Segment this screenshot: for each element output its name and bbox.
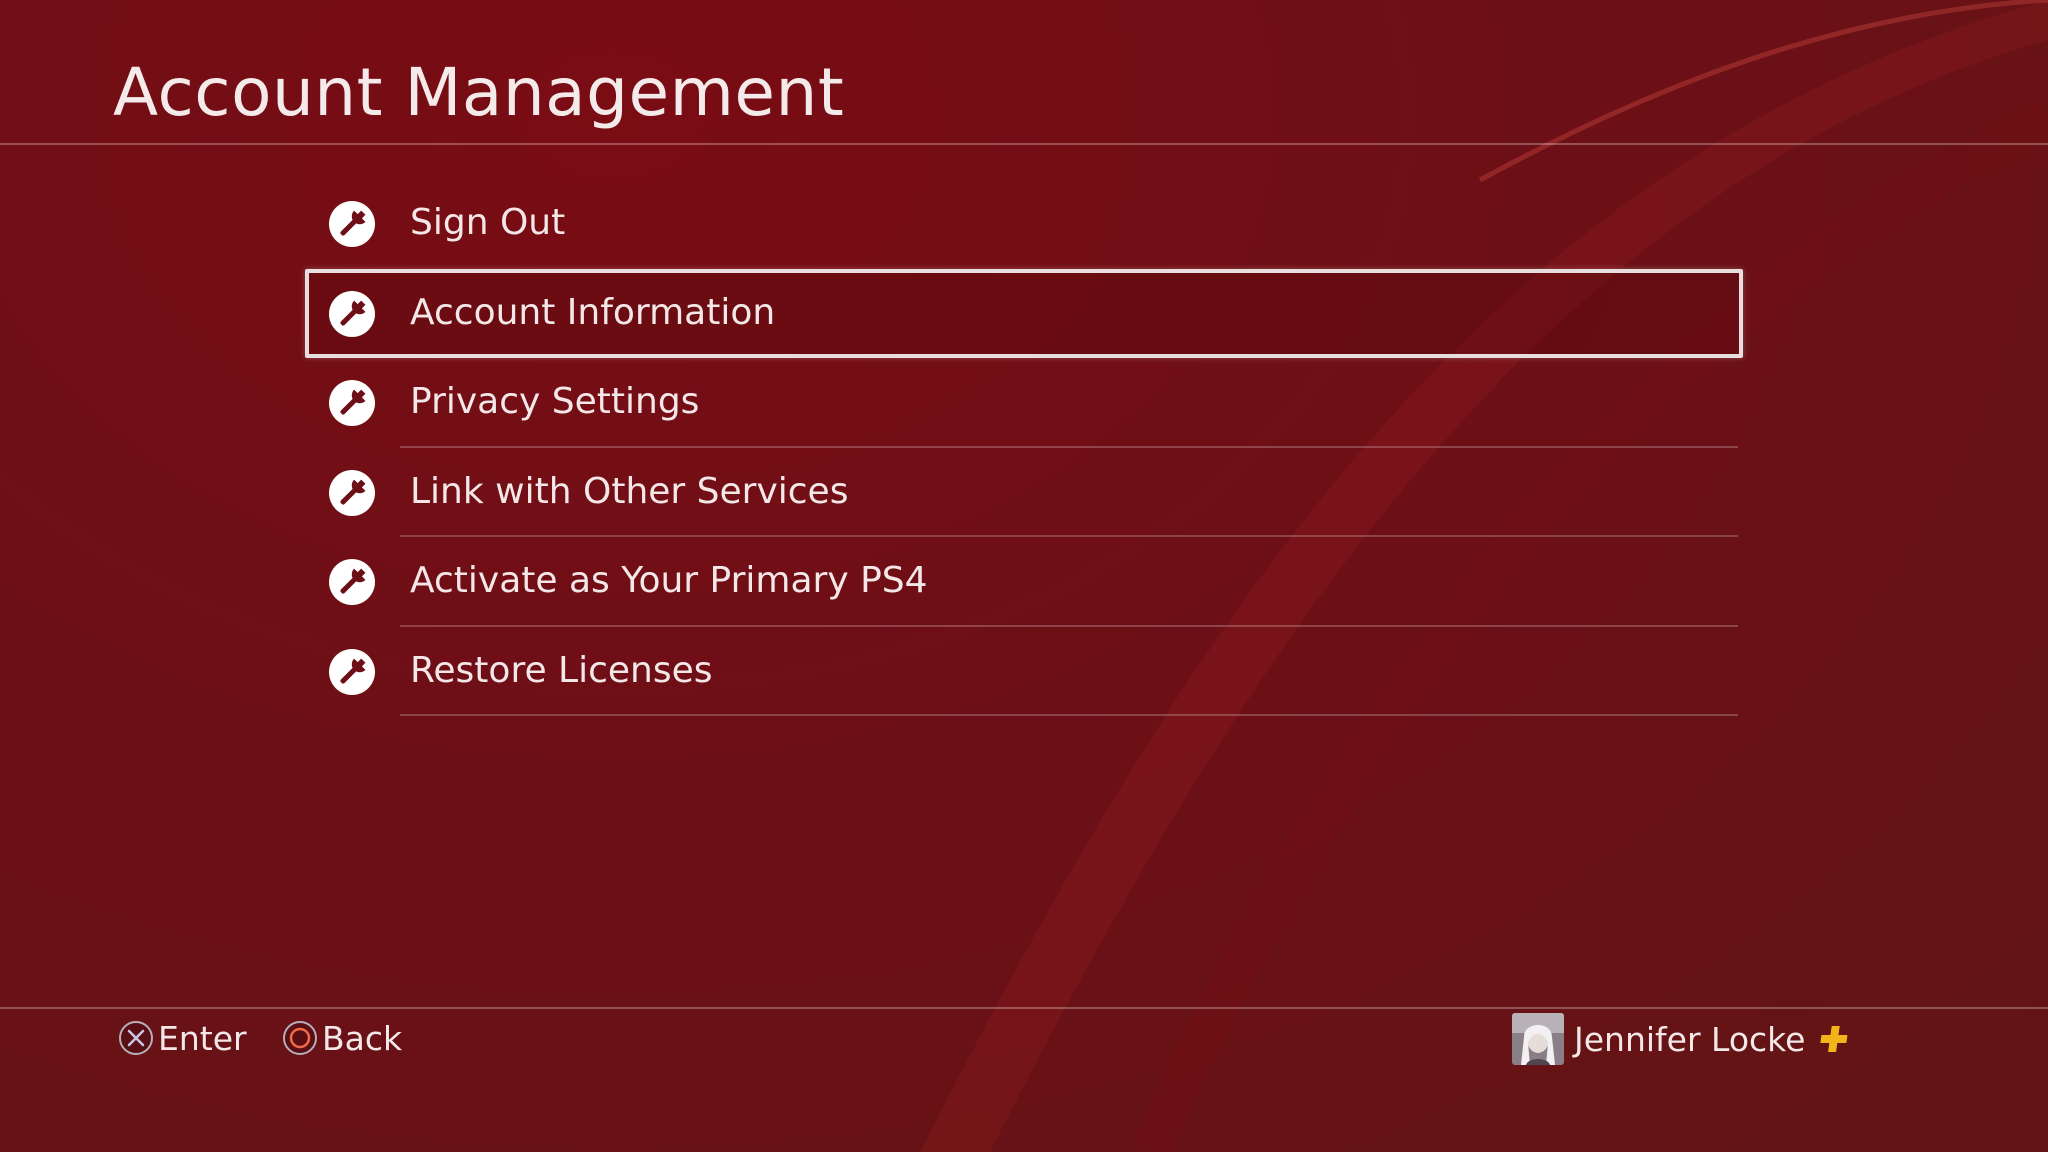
menu-item-label: Sign Out: [410, 202, 566, 243]
wrench-icon: [329, 290, 375, 337]
menu-item-account-information[interactable]: Account Information: [305, 268, 1743, 358]
back-hint[interactable]: Back: [282, 1015, 402, 1061]
menu-item-privacy-settings[interactable]: Privacy Settings: [305, 358, 1743, 448]
menu-item-label: Restore Licenses: [410, 649, 713, 691]
enter-hint[interactable]: Enter: [118, 1015, 247, 1061]
menu-item-label: Link with Other Services: [410, 470, 849, 512]
menu-item-sign-out[interactable]: Sign Out: [305, 179, 1743, 269]
circle-button-icon: [283, 1021, 317, 1055]
menu-item-label: Privacy Settings: [410, 381, 700, 422]
footer-divider: [0, 1007, 2048, 1009]
enter-label: Enter: [158, 1018, 247, 1058]
menu-item-label: Activate as Your Primary PS4: [410, 560, 928, 601]
wrench-icon: [329, 380, 375, 426]
ps-plus-icon: [1820, 1026, 1848, 1052]
cross-button-icon: [119, 1021, 153, 1055]
menu-item-link-other-services[interactable]: Link with Other Services: [305, 448, 1743, 537]
user-profile: Jennifer Locke: [1512, 1012, 1849, 1066]
user-name: Jennifer Locke: [1574, 1019, 1806, 1059]
wrench-icon: [329, 469, 375, 516]
wrench-icon: [329, 559, 375, 605]
menu-item-label: Account Information: [410, 291, 776, 333]
account-menu: Sign Out Account Information Privacy Set…: [305, 179, 1743, 716]
menu-item-activate-primary-ps4[interactable]: Activate as Your Primary PS4: [305, 537, 1743, 627]
header-divider: [0, 143, 2048, 145]
back-label: Back: [322, 1018, 403, 1058]
menu-item-restore-licenses[interactable]: Restore Licenses: [305, 627, 1743, 716]
wrench-icon: [329, 648, 375, 695]
menu-divider: [400, 714, 1738, 716]
avatar: [1512, 1013, 1564, 1065]
page-title: Account Management: [113, 54, 845, 131]
wrench-icon: [329, 201, 375, 247]
